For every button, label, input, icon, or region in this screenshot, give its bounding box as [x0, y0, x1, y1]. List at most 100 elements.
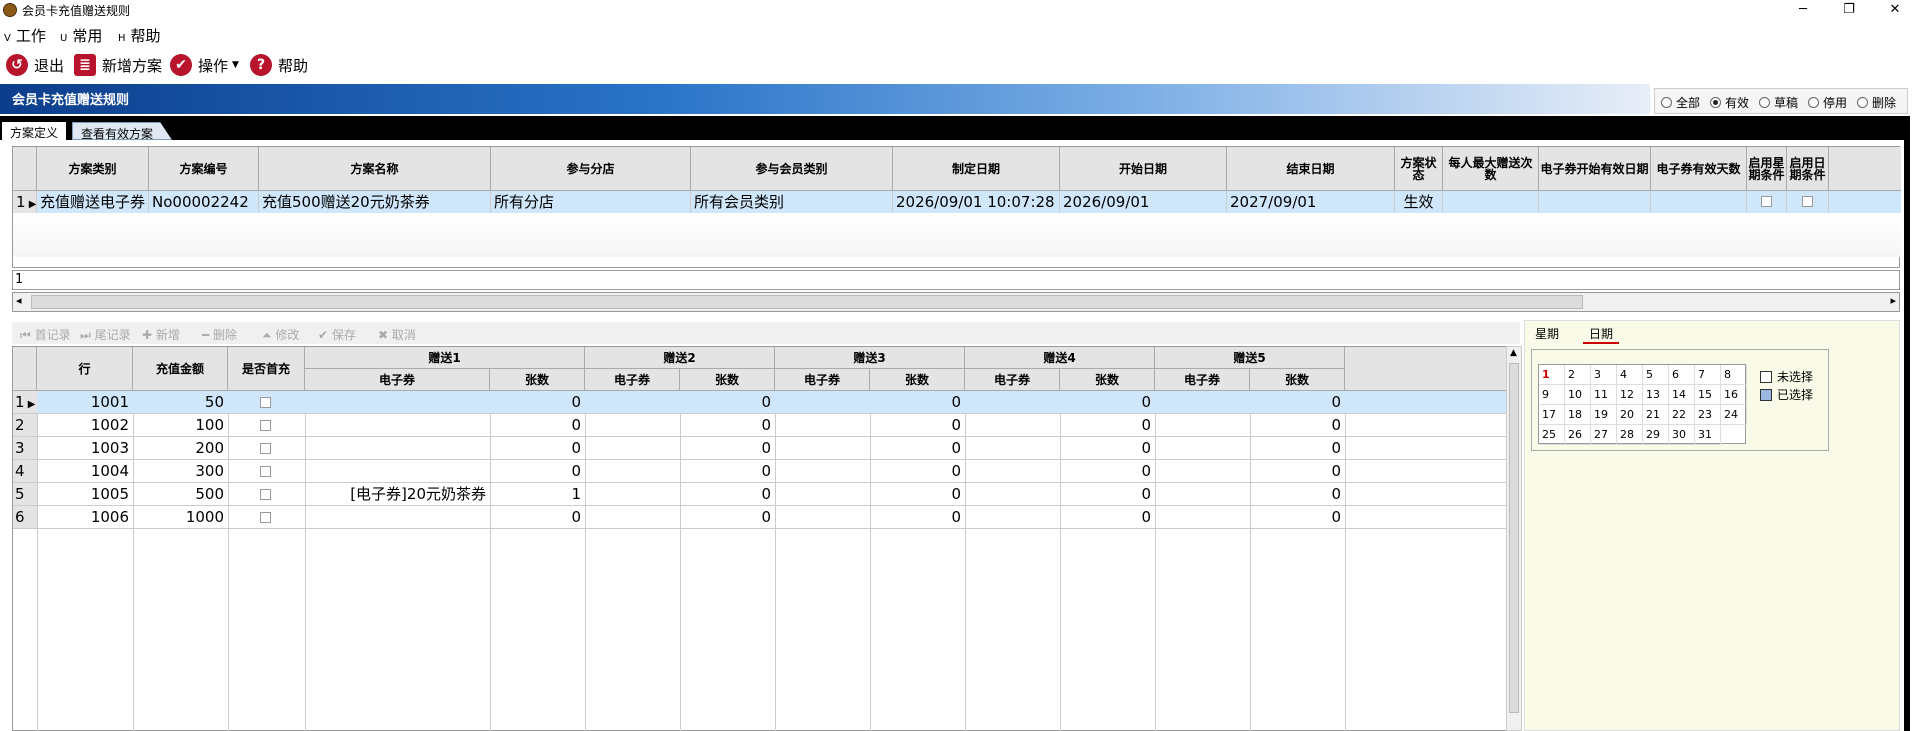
calendar-day[interactable]: 6 [1669, 365, 1695, 385]
cell-count2[interactable]: 0 [680, 506, 775, 528]
cell-first-charge[interactable] [228, 391, 305, 413]
col-header-count[interactable]: 张数 [680, 369, 775, 391]
col-header[interactable]: 启用日期条件 [1787, 147, 1829, 191]
calendar-day[interactable]: 27 [1591, 425, 1617, 445]
plan-grid[interactable]: 方案类别 方案编号 方案名称 参与分店 参与会员类别 制定日期 开始日期 结束日… [12, 146, 1901, 268]
cell-count3[interactable]: 0 [870, 437, 965, 459]
cell-count1[interactable]: 0 [490, 391, 585, 413]
checkbox-icon[interactable] [260, 466, 271, 477]
calendar-day[interactable]: 3 [1591, 365, 1617, 385]
calendar-day[interactable]: 9 [1539, 385, 1565, 405]
col-header[interactable]: 每人最大赠送次数 [1443, 147, 1539, 191]
col-header[interactable]: 参与会员类别 [691, 147, 893, 191]
scroll-left-icon[interactable]: ◂ [16, 294, 22, 307]
cell-coupon4[interactable] [965, 414, 1060, 436]
cell-coupon2[interactable] [585, 506, 680, 528]
filter-all[interactable]: 全部 [1661, 94, 1700, 111]
cell-amount[interactable]: 300 [133, 460, 228, 482]
calendar-day[interactable]: 20 [1617, 405, 1643, 425]
cell-coupon5[interactable] [1155, 414, 1250, 436]
col-header-coupon[interactable]: 电子券 [775, 369, 870, 391]
cell-coupon5[interactable] [1155, 506, 1250, 528]
cell-count3[interactable]: 0 [870, 391, 965, 413]
cell-first-charge[interactable] [228, 437, 305, 459]
cell-count2[interactable]: 0 [680, 460, 775, 482]
calendar-day[interactable]: 16 [1721, 385, 1747, 405]
col-header-count[interactable]: 张数 [1060, 369, 1155, 391]
checkbox-icon[interactable] [260, 443, 271, 454]
cell-first-charge[interactable] [228, 506, 305, 528]
cell-amount[interactable]: 100 [133, 414, 228, 436]
exit-button[interactable]: ↺ 退出 [6, 52, 64, 78]
cell-first-charge[interactable] [228, 414, 305, 436]
checkbox-icon[interactable] [260, 420, 271, 431]
cell-amount[interactable]: 1000 [133, 506, 228, 528]
cell-count2[interactable]: 0 [680, 391, 775, 413]
cell-coupon5[interactable] [1155, 460, 1250, 482]
cell-row[interactable]: 1006 [37, 506, 133, 528]
cell-coupon2[interactable] [585, 437, 680, 459]
cell-count2[interactable]: 0 [680, 437, 775, 459]
calendar-day[interactable]: 14 [1669, 385, 1695, 405]
new-plan-button[interactable]: ≣ 新增方案 [74, 52, 162, 78]
cell-count1[interactable]: 0 [490, 506, 585, 528]
cell-category[interactable]: 充值赠送电子券 [37, 191, 149, 213]
calendar-day[interactable]: 26 [1565, 425, 1591, 445]
cell-coupon-days[interactable] [1651, 191, 1747, 213]
cell-name[interactable]: 充值500赠送20元奶茶券 [259, 191, 491, 213]
calendar-day[interactable]: 12 [1617, 385, 1643, 405]
scroll-right-icon[interactable]: ▸ [1890, 294, 1896, 307]
cell-coupon2[interactable] [585, 414, 680, 436]
calendar-day[interactable]: 2 [1565, 365, 1591, 385]
cell-coupon3[interactable] [775, 414, 870, 436]
col-header[interactable]: 方案名称 [259, 147, 491, 191]
cell-coupon3[interactable] [775, 391, 870, 413]
cell-count2[interactable]: 0 [680, 414, 775, 436]
cell-coupon3[interactable] [775, 506, 870, 528]
cell-count4[interactable]: 0 [1060, 391, 1155, 413]
horizontal-scrollbar[interactable]: ◂ ▸ [12, 292, 1900, 312]
col-header-coupon[interactable]: 电子券 [965, 369, 1060, 391]
delete-button[interactable]: ━ 删除 [202, 326, 237, 343]
save-button[interactable]: ✔ 保存 [318, 326, 356, 343]
cell-count4[interactable]: 0 [1060, 506, 1155, 528]
col-header-first-charge[interactable]: 是否首充 [228, 347, 305, 391]
calendar-day[interactable]: 17 [1539, 405, 1565, 425]
table-row[interactable]: 5 1005 500 [电子券]20元奶茶券 1 0 0 0 0 [13, 483, 1507, 506]
cell-count3[interactable]: 0 [870, 460, 965, 482]
cell-count1[interactable]: 1 [490, 483, 585, 505]
scroll-thumb[interactable] [31, 295, 1583, 309]
cell-created[interactable]: 2026/09/01 10:07:28 [893, 191, 1060, 213]
calendar-day[interactable]: 15 [1695, 385, 1721, 405]
tab-plan-definition[interactable]: 方案定义 [2, 122, 67, 140]
cell-coupon4[interactable] [965, 460, 1060, 482]
cell-count5[interactable]: 0 [1250, 460, 1345, 482]
cell-coupon3[interactable] [775, 460, 870, 482]
operate-button[interactable]: ✔ 操作 ▼ [170, 52, 239, 78]
table-row[interactable]: 6 1006 1000 0 0 0 0 0 [13, 506, 1507, 529]
last-record-button[interactable]: ⏭ 尾记录 [80, 326, 131, 343]
cell-count1[interactable]: 0 [490, 460, 585, 482]
checkbox-icon[interactable] [260, 489, 271, 500]
calendar-day[interactable]: 25 [1539, 425, 1565, 445]
cell-amount[interactable]: 500 [133, 483, 228, 505]
cell-end[interactable]: 2027/09/01 [1227, 191, 1395, 213]
cell-count5[interactable]: 0 [1250, 506, 1345, 528]
cell-member-types[interactable]: 所有会员类别 [691, 191, 893, 213]
calendar-day[interactable]: 18 [1565, 405, 1591, 425]
col-header-coupon[interactable]: 电子券 [1155, 369, 1250, 391]
cell-coupon2[interactable] [585, 460, 680, 482]
col-header[interactable]: 电子券有效天数 [1651, 147, 1747, 191]
calendar-day[interactable]: 31 [1695, 425, 1721, 445]
cell-coupon1[interactable] [305, 414, 490, 436]
cell-coupon4[interactable] [965, 437, 1060, 459]
calendar-day[interactable]: 5 [1643, 365, 1669, 385]
cell-start[interactable]: 2026/09/01 [1060, 191, 1227, 213]
menu-work[interactable]: V 工作 [4, 25, 46, 46]
cell-coupon1[interactable] [305, 506, 490, 528]
checkbox-icon[interactable] [1802, 196, 1813, 207]
cell-coupon4[interactable] [965, 391, 1060, 413]
col-header-coupon[interactable]: 电子券 [585, 369, 680, 391]
minimize-button[interactable]: ─ [1780, 0, 1826, 20]
cell-count3[interactable]: 0 [870, 506, 965, 528]
